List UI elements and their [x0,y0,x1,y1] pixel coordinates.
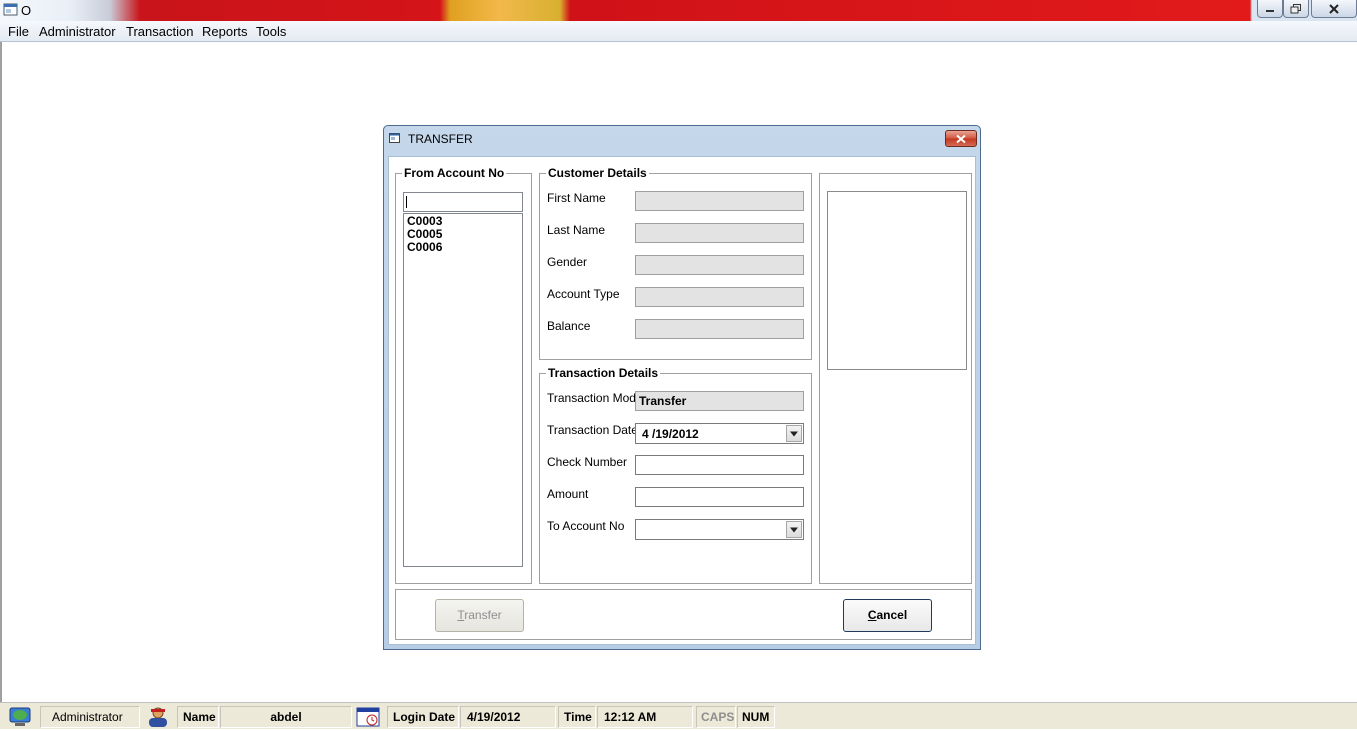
login-date-value-panel: 4/19/2012 [460,706,556,728]
menu-file[interactable]: File [8,24,29,39]
to-account-select[interactable] [635,519,804,540]
menu-administrator[interactable]: Administrator [39,24,116,39]
menu-bar: File Administrator Transaction Reports T… [0,21,1357,42]
num-indicator-panel: NUM [737,706,775,728]
user-role-panel: Administrator [40,706,140,728]
time-value-panel: 12:12 AM [597,706,693,728]
window-titlebar[interactable]: O [0,0,1357,21]
calendar-clock-icon [354,706,384,728]
dialog-window-icon [389,133,400,144]
transaction-date-label: Transaction Date [547,423,638,437]
transaction-mode-value: Transfer [639,394,687,408]
time-label-panel: Time [558,706,596,728]
caps-indicator: CAPS [701,710,735,724]
check-number-label: Check Number [547,455,628,469]
amount-label: Amount [547,487,589,501]
login-date-label-panel: Login Date [387,706,459,728]
cancel-button[interactable]: Cancel [843,599,932,632]
account-type-field [635,287,804,307]
window-app-icon[interactable] [3,3,19,17]
dialog-body: From Account No C0003 C0005 C0006 Custom… [388,156,976,645]
dialog-close-button[interactable] [945,130,977,147]
list-item[interactable]: C0006 [407,241,519,254]
last-name-label: Last Name [547,223,606,237]
transfer-label: ransfer [464,608,502,622]
from-account-group: From Account No C0003 C0005 C0006 [395,166,532,584]
login-date-value: 4/19/2012 [467,710,521,724]
user-icon [143,706,173,728]
text-caret [406,196,407,208]
from-account-title: From Account No [402,166,507,180]
transaction-date-value: 4 /19/2012 [642,427,699,441]
transaction-details-group: Transaction Details Transaction Mode Tra… [539,366,812,584]
photo-group [819,173,972,584]
dialog-title: TRANSFER [408,132,473,146]
dialog-titlebar[interactable]: TRANSFER [384,126,980,153]
first-name-field [635,191,804,211]
network-globe-icon [6,706,36,728]
minimize-button[interactable] [1257,0,1283,18]
transaction-date-picker[interactable]: 4 /19/2012 [635,423,804,444]
balance-field [635,319,804,339]
cancel-label: ancel [876,608,908,622]
name-label-panel: Name [177,706,219,728]
customer-photo-box [827,191,967,370]
close-button[interactable] [1311,0,1357,18]
caps-indicator-panel: CAPS [696,706,736,728]
name-label: Name [183,710,216,724]
transaction-mode-label: Transaction Mode [547,391,643,405]
time-value: 12:12 AM [604,710,657,724]
from-account-search-input[interactable] [403,192,523,212]
gender-field [635,255,804,275]
menu-transaction[interactable]: Transaction [126,24,193,39]
name-value-panel: abdel [220,706,352,728]
transaction-mode-field: Transfer [635,391,804,411]
to-account-label: To Account No [547,519,625,533]
menu-tools[interactable]: Tools [256,24,286,39]
login-date-label: Login Date [393,710,455,724]
num-indicator: NUM [742,710,770,724]
account-type-label: Account Type [547,287,620,301]
time-label: Time [564,710,592,724]
menu-reports[interactable]: Reports [202,24,248,39]
first-name-label: First Name [547,191,606,205]
amount-input[interactable] [635,487,804,507]
last-name-field [635,223,804,243]
check-number-input[interactable] [635,455,804,475]
button-group: Transfer Cancel [395,589,972,640]
transfer-dialog: TRANSFER From Account No C0003 C0005 C00… [383,125,981,650]
date-dropdown-button[interactable] [786,425,802,442]
customer-details-group: Customer Details First Name Last Name Ge… [539,166,812,360]
name-value: abdel [270,710,302,724]
gender-label: Gender [547,255,588,269]
customer-details-title: Customer Details [546,166,649,180]
transfer-button[interactable]: Transfer [435,599,524,632]
window-title: O [21,3,32,18]
from-account-list[interactable]: C0003 C0005 C0006 [403,213,523,567]
transaction-details-title: Transaction Details [546,366,661,380]
restore-button[interactable] [1283,0,1309,18]
to-account-dropdown-button[interactable] [786,521,802,538]
balance-label: Balance [547,319,591,333]
user-role: Administrator [52,710,123,724]
status-bar: Administrator Name abdel Login Date 4/19… [0,702,1357,729]
